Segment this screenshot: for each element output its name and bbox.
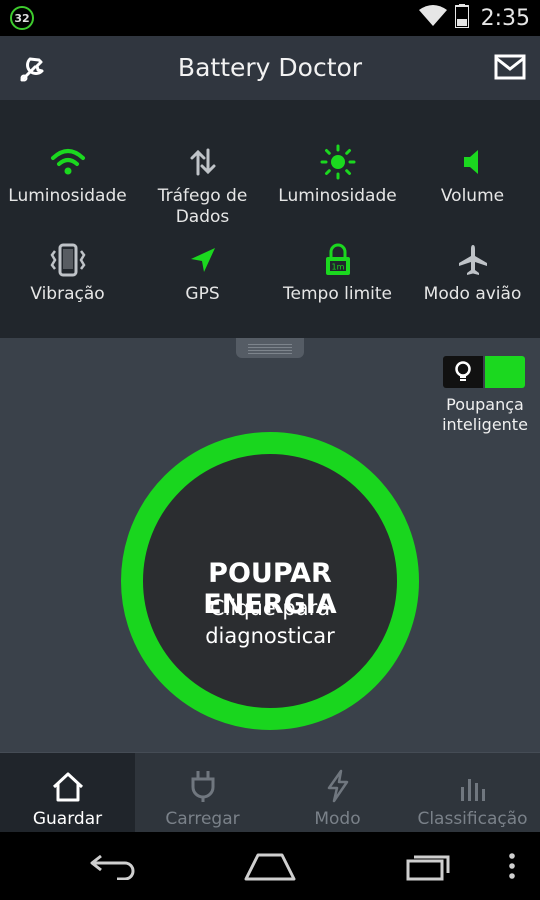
timeout-badge: 1m <box>331 263 344 272</box>
tab-modo[interactable]: Modo <box>270 753 405 833</box>
wifi-icon <box>0 144 135 180</box>
vibration-icon <box>0 242 135 278</box>
home-icon <box>0 753 135 803</box>
quick-label: Vibração <box>30 284 105 304</box>
app-bar: Battery Doctor <box>0 36 540 101</box>
tab-carregar[interactable]: Carregar <box>135 753 270 833</box>
brightness-icon <box>270 144 405 180</box>
app-title: Battery Doctor <box>177 53 363 82</box>
tab-label: Modo <box>314 809 361 829</box>
lightning-icon <box>270 753 405 803</box>
tab-guardar[interactable]: Guardar <box>0 753 135 833</box>
main-area: Poupança inteligente POUPAR ENERGIA Cliq… <box>0 338 540 752</box>
bar-chart-icon <box>405 753 540 803</box>
quick-label: Volume <box>440 186 505 206</box>
toggle-screen-timeout[interactable]: 1m Tempo limite <box>270 242 405 305</box>
screen-timeout-icon: 1m <box>270 242 405 278</box>
smart-saving-label-line1: Poupança <box>446 395 524 414</box>
airplane-icon <box>405 242 540 278</box>
tab-label: Carregar <box>165 809 240 829</box>
overflow-menu-icon[interactable] <box>500 832 524 900</box>
back-icon[interactable] <box>80 832 144 900</box>
mail-icon[interactable] <box>494 52 528 86</box>
toggle-data-traffic[interactable]: Tráfego de Dados <box>135 144 270 228</box>
quick-settings-panel: Luminosidade Tráfego de Dados Luminosida… <box>0 100 540 338</box>
smart-saving-label-line2: inteligente <box>442 415 528 434</box>
subtitle-line1: Clique para <box>209 596 331 620</box>
quick-label: GPS <box>185 284 220 304</box>
save-energy-button[interactable]: POUPAR ENERGIA Clique para diagnosticar <box>121 432 419 730</box>
toggle-volume[interactable]: Volume <box>405 144 540 207</box>
quick-label: Tráfego de Dados <box>157 186 248 227</box>
smart-saving-toggle[interactable] <box>443 356 525 388</box>
toggle-airplane-mode[interactable]: Modo avião <box>405 242 540 305</box>
data-traffic-icon <box>135 144 270 180</box>
toggle-brightness[interactable]: Luminosidade <box>270 144 405 207</box>
home-nav-icon[interactable] <box>238 832 302 900</box>
quick-label: Tempo limite <box>283 284 392 304</box>
quick-label: Luminosidade <box>8 186 127 206</box>
gps-icon <box>135 242 270 278</box>
toggle-on-indicator <box>485 356 525 388</box>
tab-label: Classificação <box>417 809 528 829</box>
toggle-wifi[interactable]: Luminosidade <box>0 144 135 207</box>
toggle-gps[interactable]: GPS <box>135 242 270 305</box>
status-bar: 32 2:35 <box>0 0 540 36</box>
plug-icon <box>135 753 270 803</box>
tab-classificacao[interactable]: Classificação <box>405 753 540 833</box>
volume-icon <box>405 144 540 180</box>
system-nav-bar <box>0 832 540 900</box>
tab-label: Guardar <box>32 809 103 829</box>
lightbulb-icon <box>443 356 483 388</box>
battery-status-icon <box>453 4 470 32</box>
smart-saving-label: Poupança inteligente <box>430 395 540 435</box>
bottom-tab-bar: Guardar Carregar Modo Classificação <box>0 752 540 833</box>
subtitle-line2: diagnosticar <box>205 624 335 648</box>
quick-label: Modo avião <box>423 284 522 304</box>
wifi-status-icon <box>418 5 447 31</box>
clock: 2:35 <box>480 5 530 31</box>
save-energy-subtitle: Clique para diagnosticar <box>143 594 397 650</box>
quick-label: Luminosidade <box>278 186 397 206</box>
battery-doctor-badge-icon: 32 <box>10 6 34 30</box>
badge-value: 32 <box>14 11 30 25</box>
toggle-vibration[interactable]: Vibração <box>0 242 135 305</box>
panel-collapse-handle[interactable] <box>236 338 304 358</box>
recent-apps-icon[interactable] <box>396 832 460 900</box>
